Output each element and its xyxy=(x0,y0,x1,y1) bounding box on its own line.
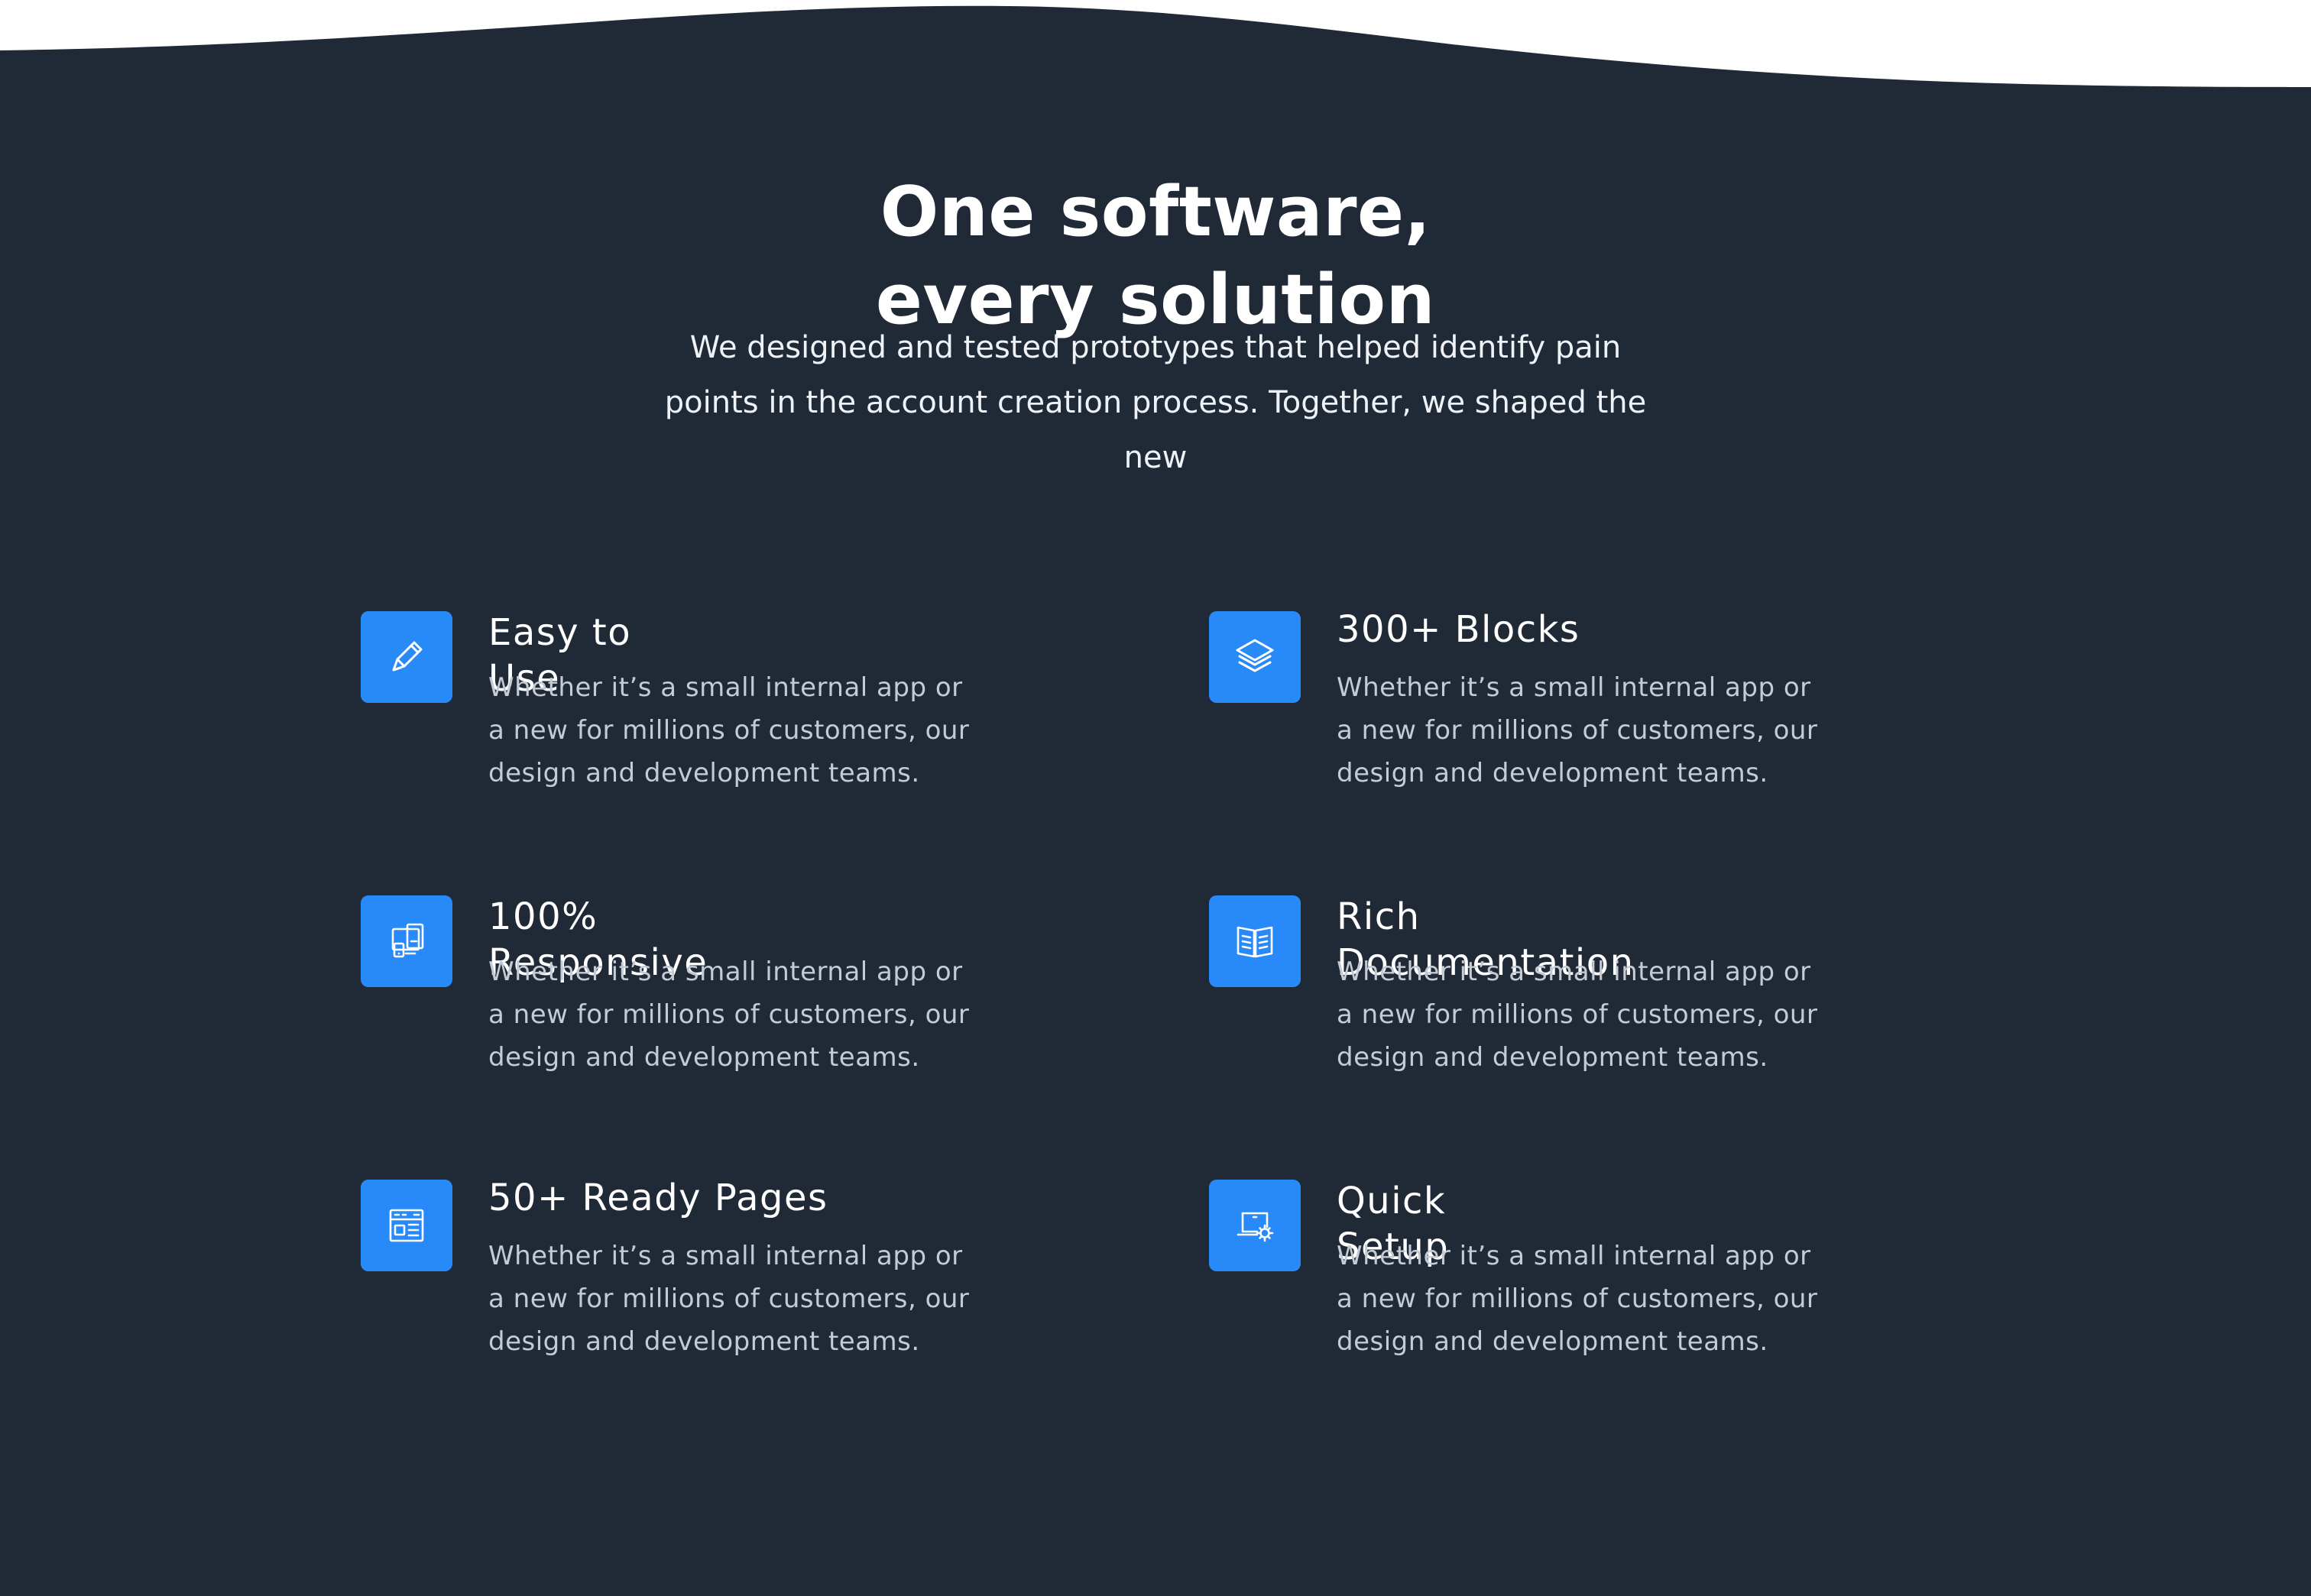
feature-card-rich-documentation: Rich Documentation Whether it’s a small … xyxy=(1209,895,1836,1125)
section-subtitle: We designed and tested prototypes that h… xyxy=(664,330,1647,475)
feature-description: Whether it’s a small internal app or a n… xyxy=(488,1241,970,1357)
page-layout-icon xyxy=(361,1180,452,1271)
feature-description: Whether it’s a small internal app or a n… xyxy=(1337,957,1818,1073)
feature-card-300-blocks: 300+ Blocks Whether it’s a small interna… xyxy=(1209,608,1836,840)
feature-title: 50+ Ready Pages xyxy=(488,1177,828,1219)
book-icon xyxy=(1209,895,1301,987)
feature-card-quick-setup: Quick Setup Whether it’s a small interna… xyxy=(1209,1180,1836,1409)
feature-card-50-ready-pages: 50+ Ready Pages Whether it’s a small int… xyxy=(361,1177,987,1409)
feature-description: Whether it’s a small internal app or a n… xyxy=(1337,672,1818,788)
feature-card-100-responsive: 100% Responsive Whether it’s a small int… xyxy=(361,895,987,1125)
feature-description: Whether it’s a small internal app or a n… xyxy=(488,957,970,1073)
pencil-icon xyxy=(361,611,452,703)
feature-card-easy-to-use: Easy to Use Whether it’s a small interna… xyxy=(361,611,987,840)
features-section: One software, every solution We designed… xyxy=(0,0,2311,1596)
feature-description: Whether it’s a small internal app or a n… xyxy=(1337,1241,1818,1357)
devices-icon xyxy=(361,895,452,987)
feature-description: Whether it’s a small internal app or a n… xyxy=(488,672,970,788)
feature-title: 300+ Blocks xyxy=(1337,608,1580,651)
laptop-settings-icon xyxy=(1209,1180,1301,1271)
section-title: One software, every solution xyxy=(875,172,1436,340)
layers-icon xyxy=(1209,611,1301,703)
